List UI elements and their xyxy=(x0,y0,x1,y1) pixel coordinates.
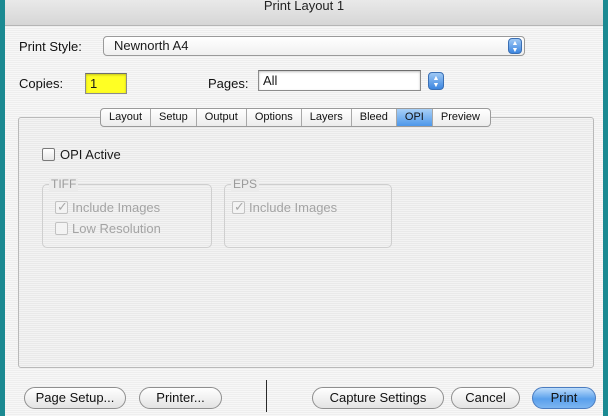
window-title: Print Layout 1 xyxy=(263,0,345,13)
print-style-label: Print Style: xyxy=(19,39,82,54)
tiff-low-resolution-row[interactable]: Low Resolution xyxy=(55,221,161,236)
page-setup-button[interactable]: Page Setup... xyxy=(24,387,126,409)
tiff-low-resolution-label: Low Resolution xyxy=(72,221,161,236)
tab-layers[interactable]: Layers xyxy=(302,109,352,126)
pages-popup-arrows-icon[interactable]: ▲ ▼ xyxy=(428,72,444,90)
tiff-low-resolution-checkbox[interactable] xyxy=(55,222,68,235)
eps-include-images-checkbox[interactable]: ✓ xyxy=(232,199,245,214)
opi-active-checkbox-row[interactable]: OPI Active xyxy=(42,147,121,162)
opi-active-checkbox[interactable] xyxy=(42,148,55,161)
pages-label: Pages: xyxy=(208,76,249,91)
printer-button[interactable]: Printer... xyxy=(139,387,222,409)
opi-active-label: OPI Active xyxy=(60,147,121,162)
eps-group: EPS xyxy=(224,177,392,248)
copies-field[interactable]: 1 xyxy=(85,73,127,94)
checkmark-icon: ✓ xyxy=(57,199,68,214)
print-button[interactable]: Print xyxy=(532,387,596,409)
tab-options[interactable]: Options xyxy=(247,109,302,126)
print-dialog-window: Print Layout 1 Print Style: Newnorth A4 … xyxy=(5,0,603,416)
tab-layout[interactable]: Layout xyxy=(101,109,152,126)
tiff-include-images-row[interactable]: ✓ Include Images xyxy=(55,199,161,215)
copies-value: 1 xyxy=(90,76,98,91)
capture-settings-button[interactable]: Capture Settings xyxy=(312,387,444,409)
tiff-include-images-checkbox[interactable]: ✓ xyxy=(55,199,68,214)
tab-setup[interactable]: Setup xyxy=(151,109,197,126)
eps-include-images-row[interactable]: ✓ Include Images xyxy=(232,199,338,215)
pages-field[interactable]: All xyxy=(258,70,421,91)
eps-include-images-label: Include Images xyxy=(249,200,338,215)
title-bar[interactable]: Print Layout 1 xyxy=(5,0,603,26)
print-style-popup[interactable]: Newnorth A4 ▲ ▼ xyxy=(103,36,525,56)
checkmark-icon: ✓ xyxy=(234,199,245,214)
tiff-group: TIFF xyxy=(42,177,212,248)
tab-preview[interactable]: Preview xyxy=(433,109,490,126)
tab-opi[interactable]: OPI xyxy=(396,109,433,126)
tab-bleed[interactable]: Bleed xyxy=(352,109,397,126)
tiff-group-title: TIFF xyxy=(49,177,79,191)
pages-value: All xyxy=(263,73,278,88)
button-divider xyxy=(266,380,267,412)
cancel-button[interactable]: Cancel xyxy=(451,387,520,409)
tiff-include-images-label: Include Images xyxy=(72,200,161,215)
tab-output[interactable]: Output xyxy=(197,109,247,126)
print-style-value: Newnorth A4 xyxy=(114,38,189,53)
tab-bar: Layout Setup Output Options Layers Bleed… xyxy=(100,108,491,127)
copies-label: Copies: xyxy=(19,76,64,91)
eps-group-title: EPS xyxy=(231,177,260,191)
popup-arrows-icon: ▲ ▼ xyxy=(508,38,522,54)
